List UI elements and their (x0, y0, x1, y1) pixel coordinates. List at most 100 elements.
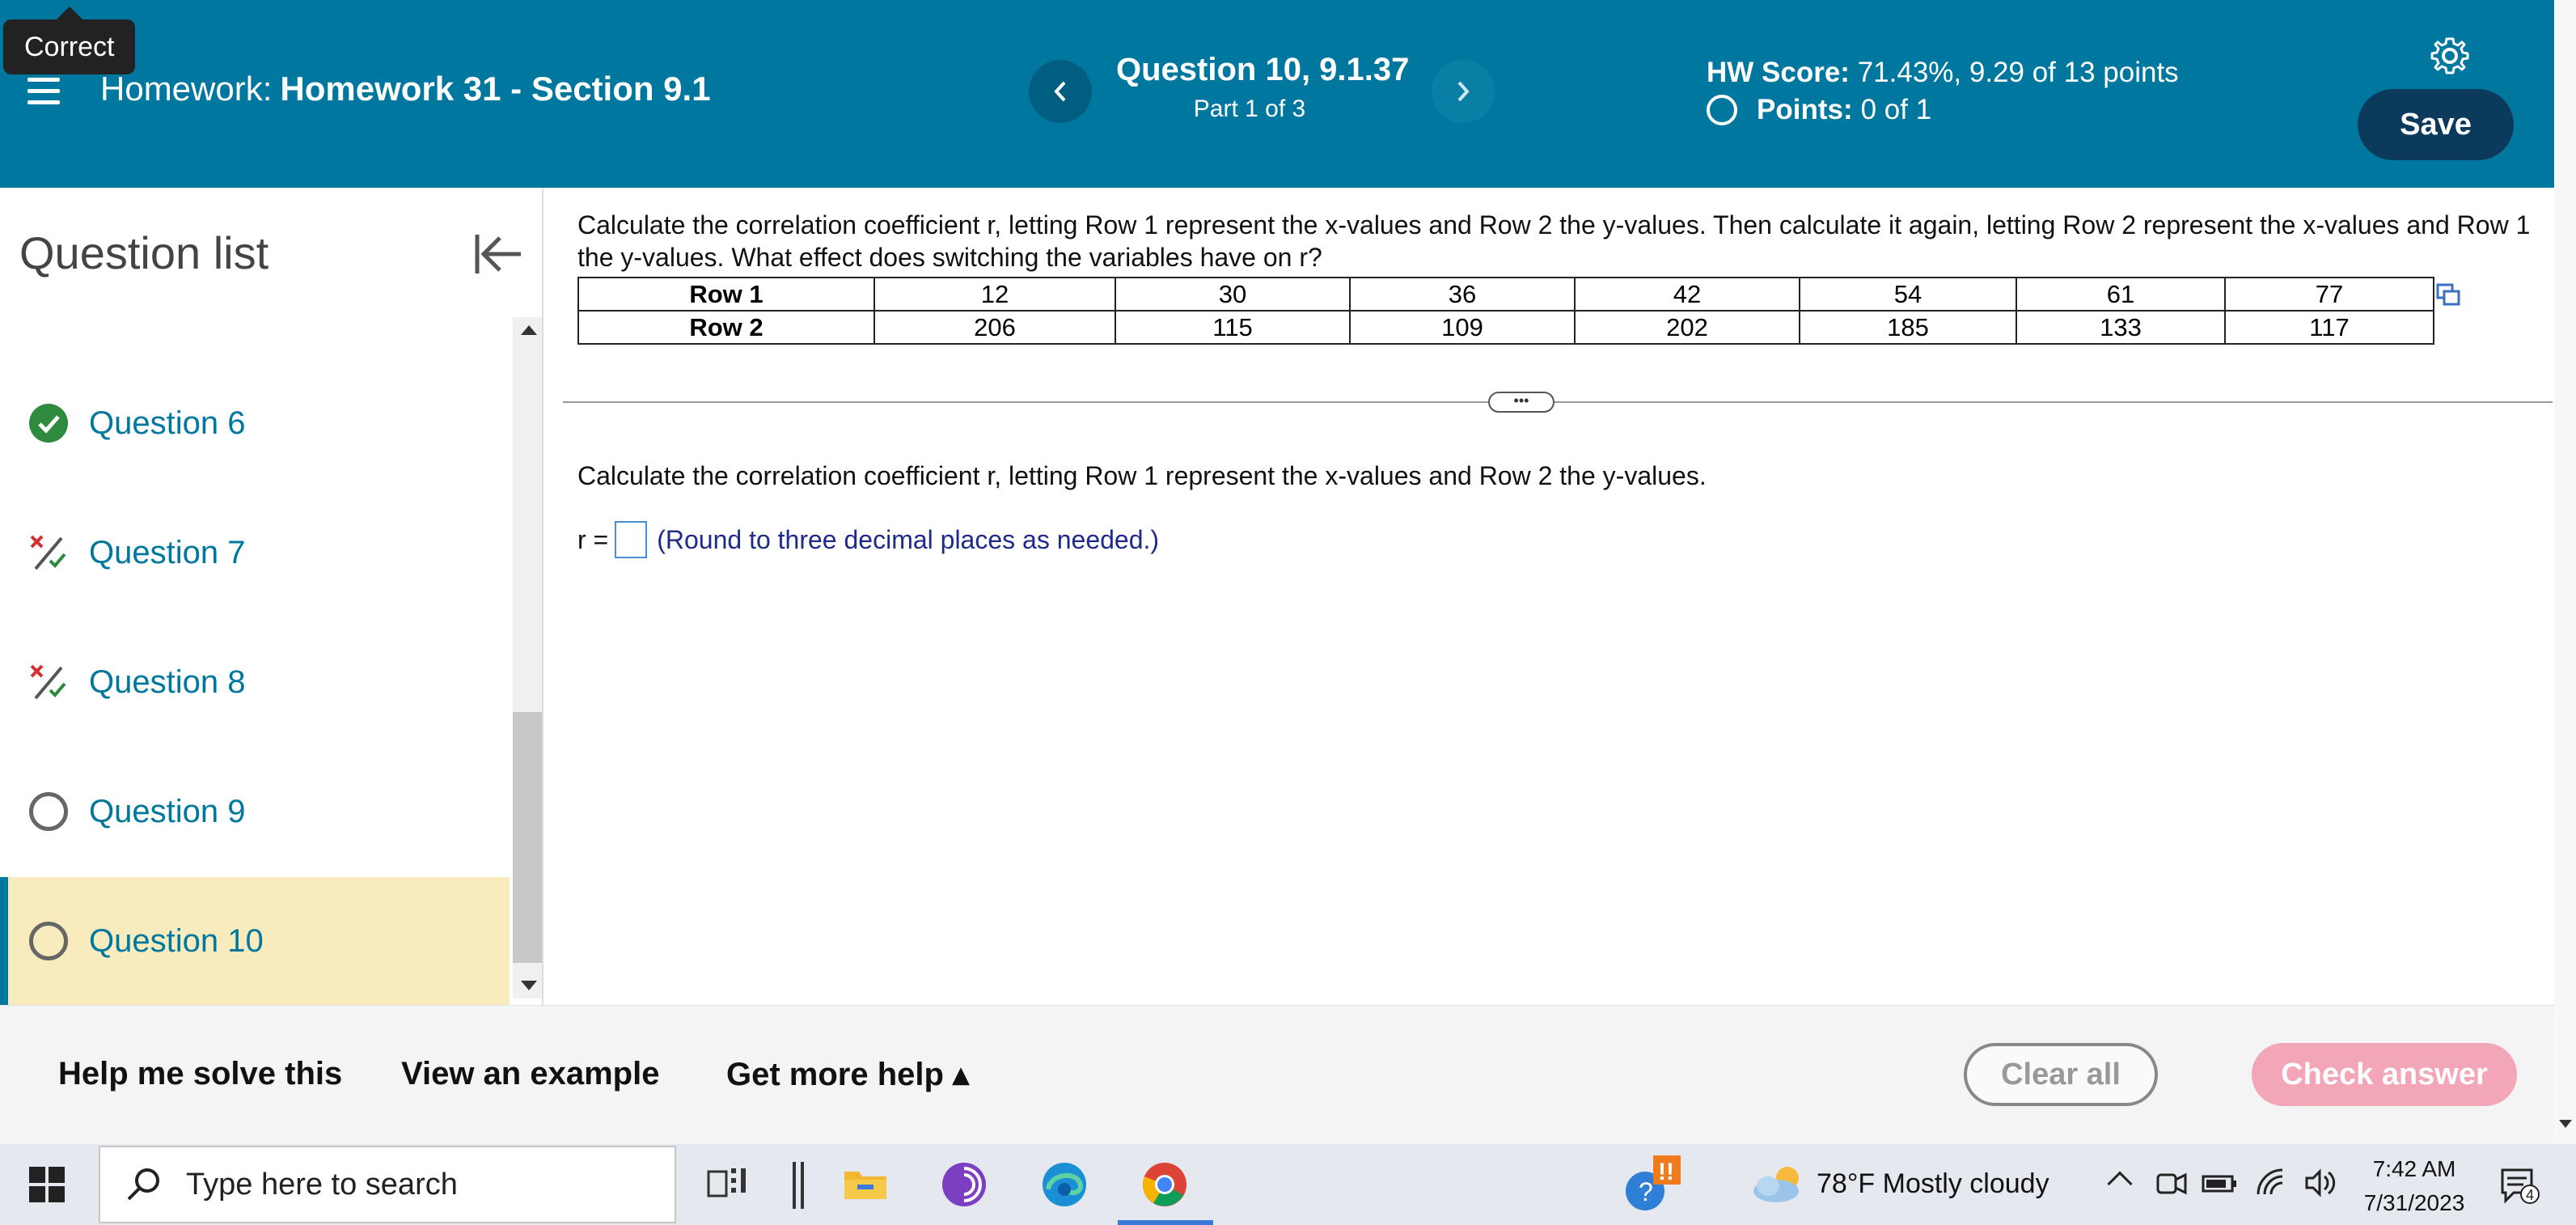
question-title: Question 10, 9.1.37 (1116, 52, 1410, 87)
svg-text:!!: !! (1658, 1159, 1674, 1185)
scroll-down-arrow-icon[interactable] (2559, 1120, 2572, 1128)
data-table: Row 1 12 30 36 42 54 61 77 Row 2 206 115… (577, 277, 2434, 345)
sidebar-item-question-8[interactable]: Question 8 (0, 618, 510, 746)
collapse-sidebar-icon[interactable] (472, 230, 524, 278)
chevron-left-icon (1054, 81, 1066, 102)
table-cell: 202 (1574, 310, 1800, 345)
speaker-icon[interactable] (2302, 1165, 2337, 1201)
sidebar-item-label: Question 9 (89, 793, 246, 829)
answer-prefix: r = (577, 524, 609, 554)
homework-prefix: Homework: (100, 70, 273, 108)
question-part: Part 1 of 3 (1193, 95, 1306, 122)
question-content: Calculate the correlation coefficient r,… (544, 188, 2554, 1005)
active-app-indicator (1118, 1220, 1213, 1225)
notification-count-badge: 4 (2526, 1187, 2534, 1203)
taskbar-clock[interactable]: 7:42 AM 7/31/2023 (2354, 1152, 2475, 1220)
save-button[interactable]: Save (2358, 89, 2514, 160)
unanswered-circle-icon (1707, 95, 1737, 125)
table-cell: 36 (1349, 277, 1576, 312)
task-view-icon[interactable] (704, 1160, 752, 1209)
table-cell: 133 (2016, 310, 2226, 345)
table-cell: 77 (2224, 277, 2434, 312)
windows-taskbar: Type here to search ? !! 78°F Mostly clo… (0, 1144, 2576, 1225)
correct-tooltip: Correct (3, 6, 136, 74)
meet-now-icon[interactable] (2155, 1165, 2190, 1201)
next-question-button[interactable] (1432, 60, 1495, 123)
sidebar-item-label: Question 10 (89, 922, 264, 959)
empty-circle-icon (29, 922, 68, 960)
svg-text:?: ? (1639, 1177, 1653, 1206)
chevron-up-icon[interactable] (2107, 1171, 2133, 1197)
scroll-up-arrow-icon[interactable] (521, 325, 537, 335)
tor-browser-icon[interactable] (940, 1160, 988, 1209)
page-scrollbar[interactable] (2554, 0, 2576, 1144)
clear-all-button[interactable]: Clear all (1964, 1043, 2158, 1106)
points-label: Points: (1757, 94, 1853, 125)
partial-credit-icon (30, 535, 66, 570)
points-status: Points: 0 of 1 (1707, 94, 1931, 126)
sidebar-scrollbar[interactable] (513, 317, 542, 998)
clock-time: 7:42 AM (2372, 1156, 2456, 1181)
copy-data-icon[interactable] (2436, 283, 2460, 306)
sidebar-item-question-10[interactable]: Question 10 (0, 877, 510, 1005)
section-divider (563, 401, 2553, 403)
windows-start-icon[interactable] (29, 1167, 65, 1202)
sidebar-item-question-7[interactable]: Question 7 (0, 489, 510, 617)
table-cell: 12 (873, 277, 1116, 312)
help-alert-icon[interactable]: ? !! (1621, 1152, 1686, 1217)
view-example-button[interactable]: View an example (401, 1056, 659, 1092)
widgets-divider-icon (793, 1162, 804, 1209)
taskbar-search[interactable]: Type here to search (99, 1146, 676, 1223)
table-cell: 54 (1799, 277, 2017, 312)
screen: { "tooltip": "Correct", "header": { "hw_… (0, 0, 2576, 1225)
question-prompt: Calculate the correlation coefficient r,… (577, 210, 2531, 272)
answer-input[interactable] (615, 521, 648, 558)
edge-browser-icon[interactable] (1040, 1160, 1089, 1209)
sidebar-item-label: Question 8 (89, 663, 246, 700)
sidebar-item-label: Question 7 (89, 534, 246, 570)
hamburger-menu-icon[interactable] (27, 78, 60, 105)
question-list-sidebar: Question list Question 6 Question 7 Ques… (0, 188, 544, 1005)
table-row: Row 1 12 30 36 42 54 61 77 (577, 277, 2434, 312)
check-circle-icon (29, 404, 68, 443)
row-header: Row 1 (577, 277, 875, 312)
mostly-cloudy-weather-icon (1753, 1167, 1799, 1202)
table-cell: 185 (1799, 310, 2017, 345)
help-me-solve-button[interactable]: Help me solve this (58, 1056, 342, 1092)
sidebar-scroll-thumb[interactable] (513, 712, 542, 963)
previous-question-button[interactable] (1029, 60, 1092, 123)
table-cell: 206 (873, 310, 1116, 345)
check-answer-button[interactable]: Check answer (2252, 1043, 2517, 1106)
answer-row: r = (Round to three decimal places as ne… (577, 521, 1159, 558)
answer-hint: (Round to three decimal places as needed… (657, 524, 1160, 554)
bottom-action-bar: Help me solve this View an example Get m… (0, 1005, 2554, 1144)
empty-circle-icon (29, 792, 68, 831)
sidebar-item-label: Question 6 (89, 405, 246, 441)
get-more-help-button[interactable]: Get more help ▴ (726, 1056, 969, 1093)
row-header: Row 2 (577, 310, 875, 345)
question-list-title: Question list (19, 227, 269, 278)
table-cell: 42 (1574, 277, 1800, 312)
expand-content-button[interactable]: ••• (1488, 392, 1554, 413)
wifi-icon[interactable] (2253, 1165, 2289, 1201)
homework-title: Homework: Homework 31 - Section 9.1 (100, 70, 711, 108)
hw-score-value: 71.43%, 9.29 of 13 points (1857, 57, 2179, 88)
notification-center-icon[interactable]: 4 (2499, 1167, 2540, 1204)
chrome-browser-icon[interactable] (1140, 1160, 1189, 1209)
table-cell: 61 (2016, 277, 2226, 312)
table-cell: 117 (2224, 310, 2434, 345)
partial-credit-icon (30, 664, 66, 700)
top-header: Homework: Homework 31 - Section 9.1 Quest… (0, 0, 2554, 188)
battery-icon[interactable] (2200, 1165, 2240, 1201)
search-placeholder: Type here to search (186, 1167, 458, 1202)
scroll-down-arrow-icon[interactable] (521, 981, 537, 990)
file-explorer-icon[interactable] (841, 1160, 890, 1209)
part-prompt: Calculate the correlation coefficient r,… (577, 461, 1707, 490)
clock-date: 7/31/2023 (2363, 1190, 2465, 1215)
sidebar-item-question-6[interactable]: Question 6 (0, 359, 510, 487)
sidebar-item-question-9[interactable]: Question 9 (0, 748, 510, 875)
table-row: Row 2 206 115 109 202 185 133 117 (577, 310, 2434, 345)
weather-readout[interactable]: 78°F Mostly cloudy (1817, 1168, 2049, 1200)
table-cell: 30 (1115, 277, 1351, 312)
gear-icon[interactable] (2430, 36, 2470, 76)
